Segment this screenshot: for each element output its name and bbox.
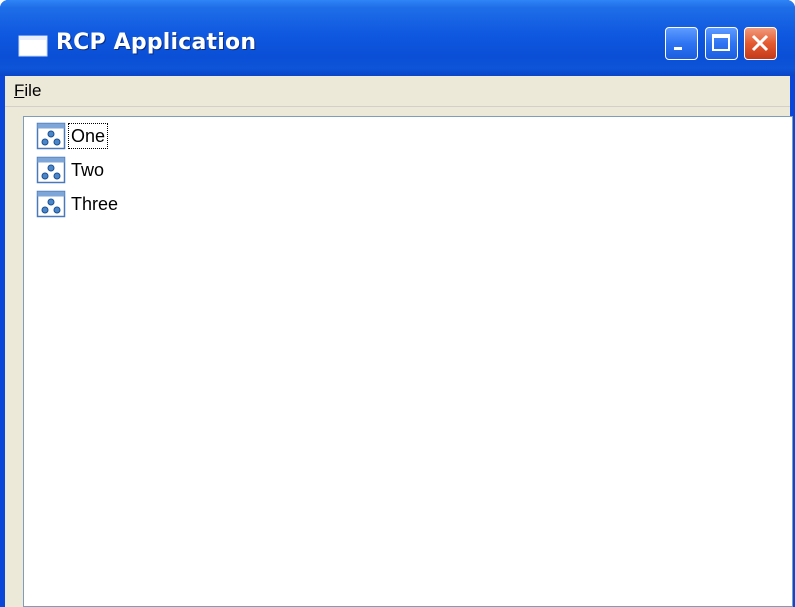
- close-button[interactable]: [744, 27, 777, 60]
- minimize-icon: [674, 47, 682, 50]
- tree-item-two[interactable]: Two: [36, 153, 107, 187]
- tree-item-label: One: [68, 123, 109, 149]
- menu-bar: File: [5, 76, 790, 107]
- tree-view[interactable]: One Two Three: [23, 116, 793, 607]
- menu-file-rest: ile: [24, 81, 42, 100]
- tree-item-label: Three: [71, 194, 119, 214]
- close-icon: [751, 34, 769, 52]
- tree-item-label: Two: [71, 160, 105, 180]
- application-window: RCP Application File One Two Three: [0, 0, 795, 607]
- maximize-button[interactable]: [705, 27, 738, 60]
- tree-item-one[interactable]: One: [36, 119, 109, 153]
- view-icon: [36, 122, 66, 150]
- view-icon: [36, 190, 66, 218]
- client-area: File One Two Three: [5, 76, 793, 607]
- maximize-icon: [712, 34, 730, 51]
- menu-file-mnemonic: F: [14, 81, 25, 100]
- view-icon: [36, 156, 66, 184]
- menu-file[interactable]: File: [10, 80, 45, 102]
- title-bar[interactable]: RCP Application: [0, 0, 795, 76]
- minimize-button[interactable]: [665, 27, 698, 60]
- tree-item-three[interactable]: Three: [36, 187, 121, 221]
- window-title: RCP Application: [56, 30, 257, 55]
- app-window-icon: [18, 35, 48, 57]
